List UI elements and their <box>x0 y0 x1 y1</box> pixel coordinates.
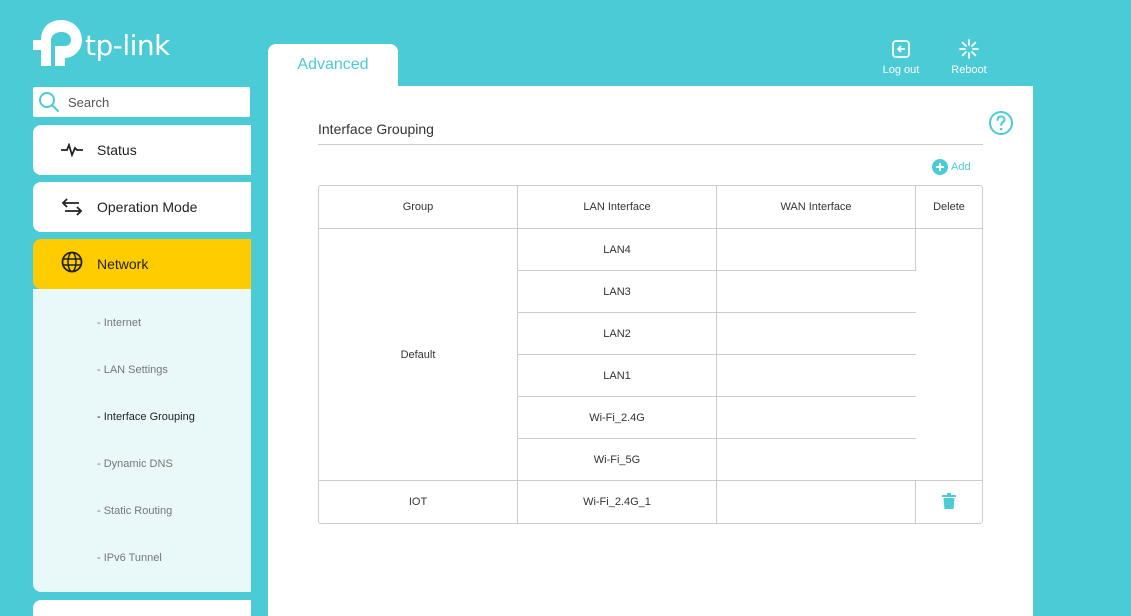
tp-link-logo: tp-link <box>33 18 170 68</box>
lan-interface-cell: Wi-Fi_5G <box>518 439 717 481</box>
globe-icon <box>61 251 83 273</box>
wan-interface-cell <box>717 481 916 523</box>
logout-label: Log out <box>882 64 920 76</box>
interface-grouping-table: Group LAN Interface WAN Interface Delete… <box>318 185 983 524</box>
column-header-group: Group <box>319 186 518 229</box>
reboot-button[interactable]: Reboot <box>939 38 999 76</box>
subnav-dynamic-dns[interactable]: - Dynamic DNS <box>97 458 173 470</box>
sidebar-item-next[interactable] <box>33 600 251 616</box>
sidebar-item-label: Operation Mode <box>97 199 198 215</box>
logout-button[interactable]: Log out <box>871 38 931 76</box>
subnav-static-routing[interactable]: - Static Routing <box>97 505 172 517</box>
wan-interface-cell <box>717 355 916 397</box>
subnav-lan-settings[interactable]: - LAN Settings <box>97 364 168 376</box>
reboot-icon <box>939 38 999 60</box>
help-icon[interactable] <box>988 110 1014 141</box>
lan-interface-cell: LAN3 <box>518 271 717 313</box>
network-submenu: - Internet - LAN Settings - Interface Gr… <box>33 289 251 592</box>
group-name-cell: Default <box>319 229 518 481</box>
column-header-wan: WAN Interface <box>717 186 916 229</box>
brand-name: tp-link <box>85 28 170 62</box>
title-divider <box>318 144 983 145</box>
swap-arrows-icon <box>61 196 83 218</box>
delete-cell <box>916 481 982 523</box>
search-icon <box>39 92 59 112</box>
logout-icon <box>871 38 931 60</box>
lan-interface-cell: LAN4 <box>518 229 717 271</box>
subnav-interface-grouping[interactable]: - Interface Grouping <box>97 411 195 423</box>
wan-interface-cell <box>717 271 916 313</box>
group-name-cell: IOT <box>319 481 518 523</box>
table-row: IOT Wi-Fi_2.4G_1 <box>319 481 982 523</box>
lan-interface-cell: Wi-Fi_2.4G_1 <box>518 481 717 523</box>
sidebar-item-operation-mode[interactable]: Operation Mode <box>33 182 251 232</box>
search-box[interactable] <box>33 87 250 117</box>
column-header-delete: Delete <box>916 186 982 229</box>
lan-interface-cell: LAN2 <box>518 313 717 355</box>
sidebar-item-network[interactable]: Network <box>33 239 251 289</box>
tp-link-logo-icon <box>33 20 82 66</box>
sidebar-item-label: Network <box>97 256 149 272</box>
pulse-icon <box>61 139 83 161</box>
wan-interface-cell <box>717 313 916 355</box>
sidebar-item-status[interactable]: Status <box>33 125 251 175</box>
lan-interface-cell: Wi-Fi_2.4G <box>518 397 717 439</box>
wan-interface-cell <box>717 397 916 439</box>
search-input[interactable] <box>68 94 238 110</box>
sidebar-item-label: Status <box>97 142 137 158</box>
wan-interface-cell <box>717 439 916 481</box>
lan-interface-cell: LAN1 <box>518 355 717 397</box>
trash-icon[interactable] <box>942 492 956 512</box>
add-button[interactable]: Add <box>932 159 971 175</box>
table-row: Default LAN4 <box>319 229 982 481</box>
main-panel: Interface Grouping Add Group LAN Interfa… <box>268 86 1033 616</box>
page-title: Interface Grouping <box>318 121 434 137</box>
wan-interface-cell <box>717 229 916 271</box>
subnav-ipv6-tunnel[interactable]: - IPv6 Tunnel <box>97 552 162 564</box>
tab-advanced[interactable]: Advanced <box>268 44 398 89</box>
add-label: Add <box>951 161 971 173</box>
add-icon <box>932 159 948 175</box>
reboot-label: Reboot <box>951 64 987 76</box>
delete-cell <box>916 229 982 481</box>
column-header-lan: LAN Interface <box>518 186 717 229</box>
tab-label: Advanced <box>297 56 369 73</box>
table-header-row: Group LAN Interface WAN Interface Delete <box>319 186 982 229</box>
subnav-internet[interactable]: - Internet <box>97 317 141 329</box>
